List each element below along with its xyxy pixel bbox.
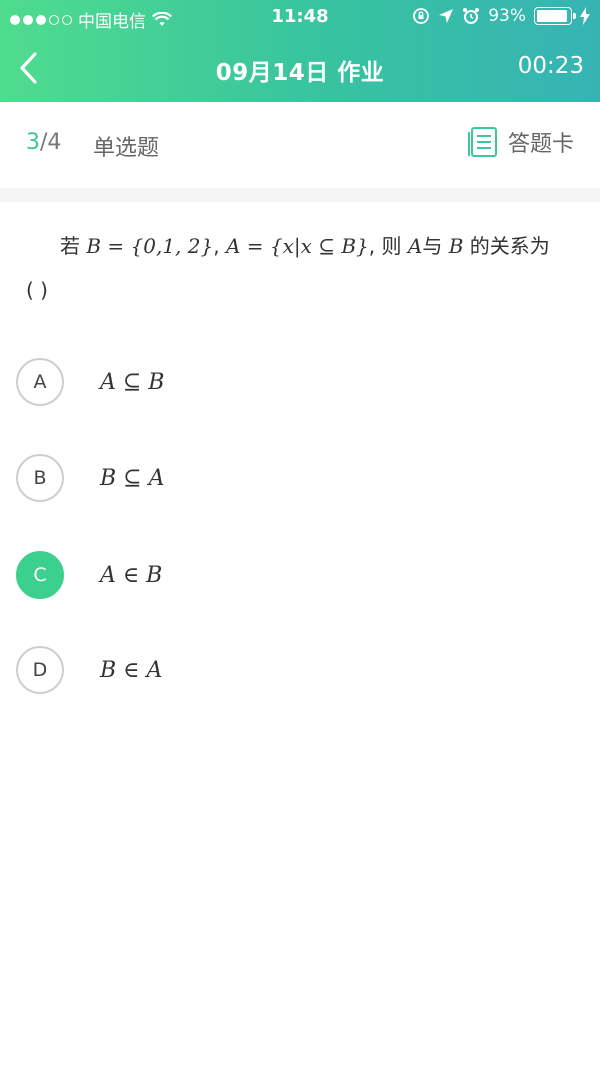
charging-icon (580, 7, 590, 25)
question-info-bar: 3/4 单选题 答题卡 (0, 102, 600, 188)
battery-percent: 93% (488, 6, 526, 26)
answer-card-button[interactable]: 答题卡 (467, 126, 574, 158)
current-question-number: 3 (26, 130, 40, 155)
question-progress: 3/4 (26, 130, 61, 155)
battery-fill (537, 10, 567, 22)
question-middle: , 则 (368, 234, 402, 258)
answer-sheet-icon (467, 127, 497, 157)
symbol-b: B (448, 234, 464, 258)
option-letter-badge: D (16, 646, 64, 694)
option-a[interactable]: A A ⊆ B (16, 357, 576, 407)
question-suffix: 的关系为 (469, 234, 550, 258)
page-title: 09月14日 作业 (215, 60, 385, 86)
option-c[interactable]: C A ∈ B (16, 550, 576, 600)
battery-icon (534, 7, 576, 25)
option-text: A ⊆ B (100, 369, 165, 395)
app-header: 中国电信 11:48 93% 09月14日 作业 00:23 (0, 0, 600, 102)
symbol-a: A (407, 234, 423, 258)
option-text: B ⊆ A (100, 465, 165, 491)
status-right: 93% (412, 6, 590, 26)
option-d[interactable]: D B ∈ A (16, 645, 576, 695)
alarm-icon (463, 8, 480, 24)
nav-bar: 09月14日 作业 00:23 (0, 36, 600, 102)
elapsed-timer: 00:23 (517, 53, 584, 79)
location-icon (439, 9, 454, 23)
section-divider (0, 188, 600, 202)
question-and: 与 (422, 234, 443, 258)
option-text: A ∈ B (100, 562, 163, 588)
rotation-lock-icon (413, 8, 430, 24)
option-b[interactable]: B B ⊆ A (16, 453, 576, 503)
set-b-definition: B = {0,1, 2} (86, 234, 214, 258)
set-a-definition: A = {x|x ⊆ B} (225, 234, 369, 258)
question-stem: 若 B = {0,1, 2}, A = {x|x ⊆ B}, 则 A与 B 的关… (26, 224, 574, 312)
option-letter-badge: B (16, 454, 64, 502)
question-prefix: 若 (60, 234, 80, 258)
question-separator: , (213, 234, 220, 258)
total-questions: /4 (40, 130, 62, 155)
question-type: 单选题 (93, 136, 160, 161)
option-letter-badge: C (16, 551, 64, 599)
status-bar: 中国电信 11:48 93% (0, 0, 600, 36)
option-letter-badge: A (16, 358, 64, 406)
answer-blank: ( ) (26, 278, 48, 302)
answer-card-label: 答题卡 (507, 132, 574, 157)
option-text: B ∈ A (100, 657, 163, 683)
